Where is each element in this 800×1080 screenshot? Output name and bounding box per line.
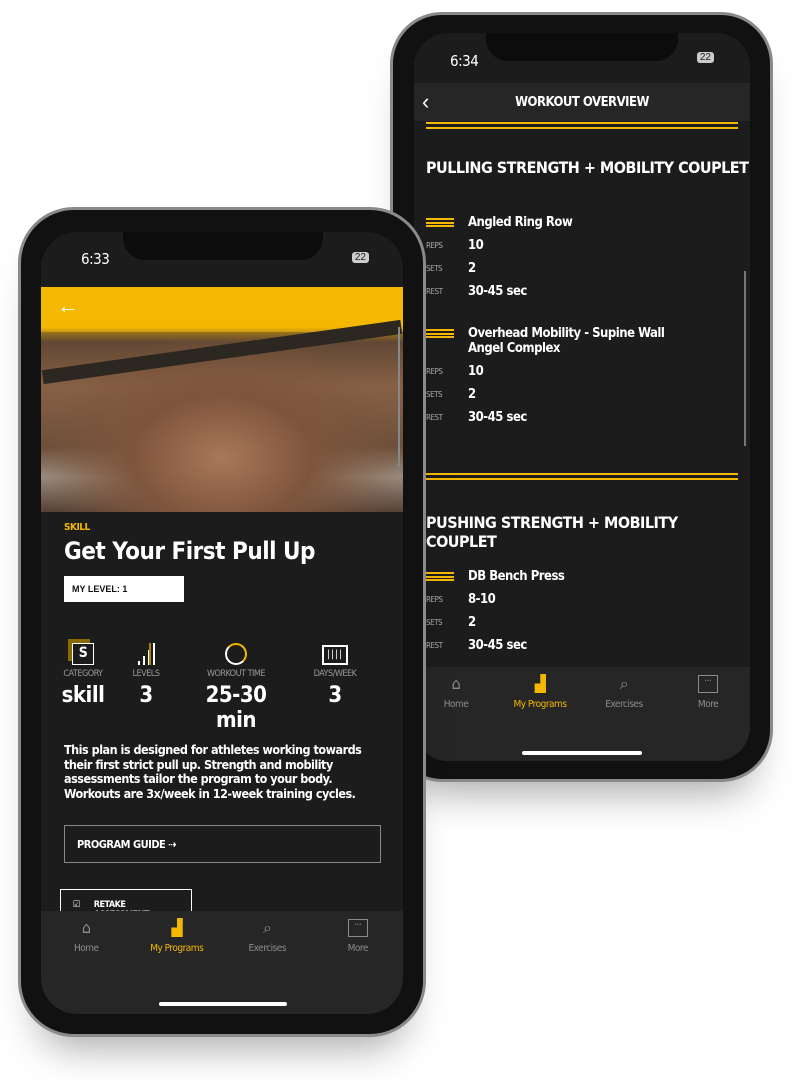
- nav-label: Home: [443, 699, 469, 710]
- exercises-search-icon: ⌕: [619, 674, 629, 693]
- header-title: WORKOUT OVERVIEW: [515, 94, 649, 110]
- nav-my-programs[interactable]: ▟ My Programs: [137, 919, 217, 1014]
- sets-value: 2: [468, 387, 476, 402]
- nav-home[interactable]: ⌂ Home: [46, 919, 126, 1014]
- scrollbar[interactable]: [744, 271, 746, 446]
- programs-arm-icon: ▟: [171, 918, 183, 937]
- stat-value: 3: [139, 683, 153, 708]
- exercise-name: DB Bench Press: [468, 569, 565, 584]
- programs-arm-icon: ▟: [534, 674, 546, 693]
- nav-label: Exercises: [248, 943, 287, 954]
- sets-value: 2: [468, 615, 476, 630]
- section-title: PULLING STRENGTH + MOBILITY COUPLET: [426, 158, 749, 177]
- chevron-left-icon[interactable]: ‹: [422, 89, 429, 115]
- reps-label: REPS: [426, 241, 443, 250]
- front-phone: 6:33 22 ← SKILL Get Your First Pull Up M…: [18, 207, 426, 1037]
- more-icon: ···: [347, 919, 368, 937]
- rest-label: REST: [426, 287, 443, 296]
- reps-value: 8-10: [468, 592, 496, 607]
- battery-icon: 22: [351, 252, 369, 263]
- rest-value: 30-45 sec: [468, 284, 527, 299]
- nav-label: More: [697, 699, 719, 710]
- reps-label: REPS: [426, 367, 443, 376]
- battery-icon: 22: [696, 52, 714, 63]
- stat-value: 25-30 min: [205, 683, 267, 733]
- rest-label: REST: [426, 413, 443, 422]
- nav-more[interactable]: ··· More: [668, 675, 748, 761]
- scrollbar[interactable]: [398, 327, 400, 467]
- exercise-item[interactable]: Overhead Mobility - Supine Wall Angel Co…: [426, 326, 740, 425]
- header-bar: ‹ WORKOUT OVERVIEW: [414, 83, 750, 121]
- bottom-nav: ⌂ Home ▟ My Programs ⌕ Exercises ··· More: [414, 667, 750, 761]
- calendar-days-icon: ||||: [322, 645, 348, 665]
- clock-icon: [225, 643, 247, 665]
- home-indicator[interactable]: [159, 1002, 287, 1006]
- sets-label: SETS: [426, 264, 443, 273]
- sets-label: SETS: [426, 618, 443, 627]
- exercise-name: Angled Ring Row: [468, 215, 573, 230]
- reps-value: 10: [468, 238, 484, 253]
- nav-label: My Programs: [513, 699, 567, 710]
- stat-value: 3: [328, 683, 342, 708]
- workout-overview-screen: 6:34 22 ‹ WORKOUT OVERVIEW PULLING STREN…: [414, 33, 750, 761]
- category-s-icon: S: [72, 643, 94, 665]
- home-indicator[interactable]: [522, 751, 642, 755]
- stat-label: WORKOUT TIME: [206, 669, 266, 679]
- nav-label: More: [347, 943, 369, 954]
- home-icon: ⌂: [451, 674, 461, 693]
- stat-label: DAYS/WEEK: [313, 669, 357, 679]
- bottom-nav: ⌂ Home ▟ My Programs ⌕ Exercises ··· More: [41, 911, 403, 1014]
- my-level-badge[interactable]: MY LEVEL: 1: [64, 576, 184, 602]
- reps-label: REPS: [426, 595, 443, 604]
- divider: [426, 122, 738, 129]
- program-detail-screen: 6:33 22 ← SKILL Get Your First Pull Up M…: [41, 232, 403, 1014]
- drag-lines-icon: [426, 218, 454, 227]
- nav-label: Exercises: [605, 699, 643, 710]
- sets-value: 2: [468, 261, 476, 276]
- stat-label: LEVELS: [132, 669, 160, 679]
- nav-label: Home: [73, 943, 99, 954]
- exercise-item[interactable]: DB Bench Press REPS 8-10 SETS 2 REST 30-45 …: [426, 569, 740, 653]
- nav-exercises[interactable]: ⌕ Exercises: [584, 675, 664, 761]
- program-title: Get Your First Pull Up: [64, 537, 315, 565]
- status-time: 6:34: [450, 52, 479, 70]
- nav-my-programs[interactable]: ▟ My Programs: [500, 675, 580, 761]
- program-guide-button[interactable]: PROGRAM GUIDE ⇢: [64, 825, 381, 863]
- divider: [426, 473, 738, 480]
- stat-workout-time: WORKOUT TIME 25-30 min: [191, 637, 281, 733]
- back-arrow-icon[interactable]: ←: [57, 293, 79, 319]
- rest-value: 30-45 sec: [468, 410, 527, 425]
- levels-bars-icon: [101, 637, 191, 665]
- exercise-name: Overhead Mobility - Supine Wall Angel Co…: [468, 326, 665, 356]
- rest-label: REST: [426, 641, 443, 650]
- nav-exercises[interactable]: ⌕ Exercises: [227, 919, 307, 1014]
- drag-lines-icon: [426, 329, 454, 338]
- home-icon: ⌂: [81, 918, 91, 937]
- reps-value: 10: [468, 364, 484, 379]
- nav-label: My Programs: [150, 943, 204, 954]
- rest-value: 30-45 sec: [468, 638, 527, 653]
- retake-label: RETAKE ASSESSMENT: [93, 900, 150, 920]
- exercise-item[interactable]: Angled Ring Row REPS 10 SETS 2 REST 30-45 s…: [426, 215, 740, 299]
- more-icon: ···: [698, 675, 718, 693]
- drag-lines-icon: [426, 572, 454, 581]
- exercises-search-icon: ⌕: [263, 918, 272, 937]
- status-time: 6:33: [81, 250, 110, 268]
- stat-days-week: |||| DAYS/WEEK 3: [290, 637, 380, 708]
- category-tag: SKILL: [64, 522, 90, 533]
- back-phone: 6:34 22 ‹ WORKOUT OVERVIEW PULLING STREN…: [390, 12, 773, 782]
- section-title: PUSHING STRENGTH + MOBILITY COUPLET: [426, 513, 678, 551]
- sets-label: SETS: [426, 390, 443, 399]
- stat-levels: LEVELS 3: [101, 637, 191, 708]
- program-description: This plan is designed for athletes worki…: [64, 742, 362, 801]
- checkbox-icon: ☑: [73, 900, 80, 910]
- nav-home[interactable]: ⌂ Home: [416, 675, 496, 761]
- hero-header: ←: [41, 287, 403, 512]
- nav-more[interactable]: ··· More: [318, 919, 398, 1014]
